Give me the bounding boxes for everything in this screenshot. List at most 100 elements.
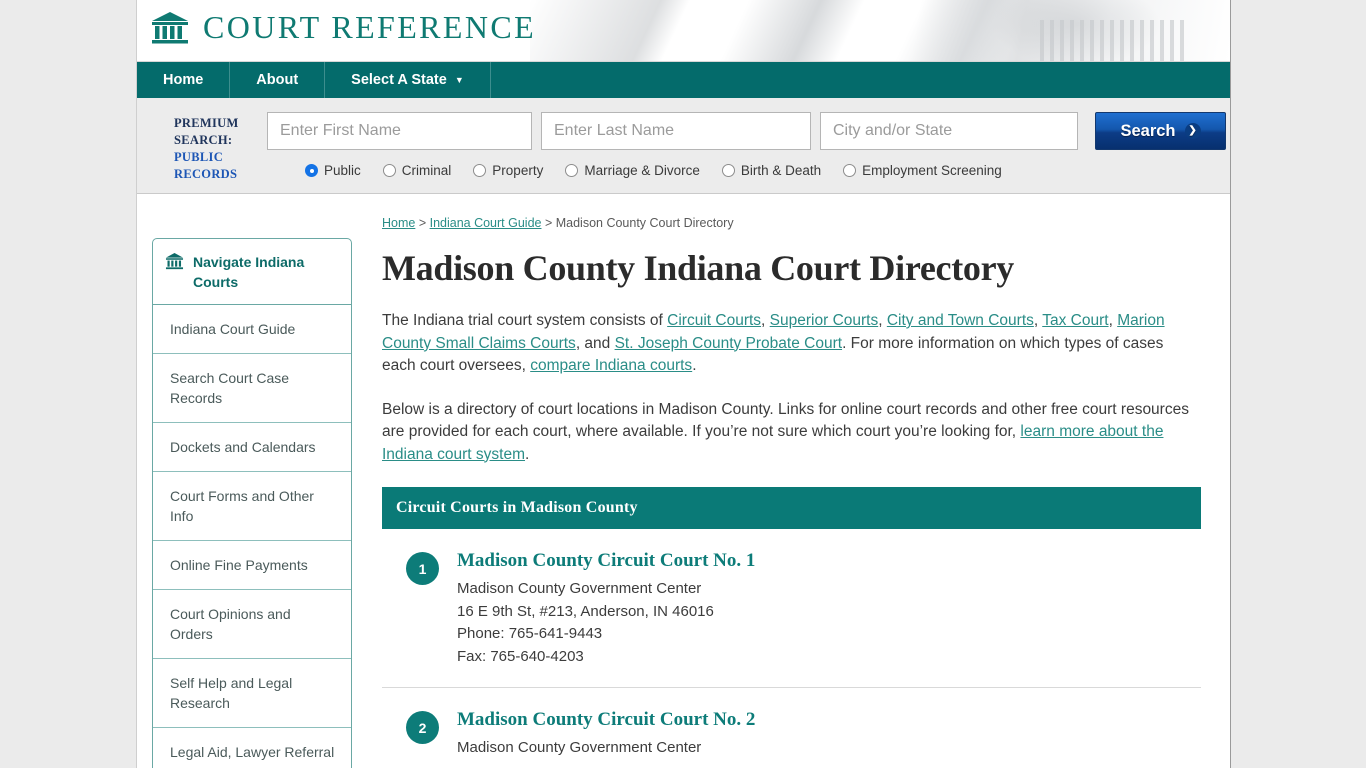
court-building: Madison County Government Center	[457, 739, 702, 756]
sidebar-item-label: Legal Aid, Lawyer Referral	[170, 744, 335, 760]
radio-label-property: Property	[492, 163, 544, 178]
link-compare-indiana-courts[interactable]: compare Indiana courts	[530, 357, 692, 374]
radio-public[interactable]: Public	[305, 163, 361, 178]
radio-dot-public	[305, 164, 318, 177]
section-header-label: Circuit Courts in Madison County	[396, 499, 638, 516]
sidebar-item-indiana-court-guide[interactable]: Indiana Court Guide	[153, 305, 351, 354]
sidebar-item-court-forms-and-other-info[interactable]: Court Forms and Other Info	[153, 472, 351, 541]
premium-search-label-line1: PREMIUM SEARCH:	[174, 116, 239, 147]
breadcrumb-link-indiana-court-guide[interactable]: Indiana Court Guide	[430, 216, 542, 230]
p1-text-2: ,	[761, 312, 770, 329]
masthead: COURT REFERENCE	[137, 0, 1230, 62]
chevron-down-icon: ▼	[454, 75, 464, 85]
p1-text-4: ,	[1033, 312, 1043, 329]
premium-search-fields: Search ❯ Public Criminal Prop	[267, 112, 1230, 178]
main-navigation: Home About Select A State ▼	[137, 62, 1230, 98]
chevron-right-icon: ❯	[1184, 123, 1201, 139]
sidebar-item-label: Court Opinions and Orders	[170, 606, 291, 642]
search-button[interactable]: Search ❯	[1095, 112, 1226, 150]
brand-name: COURT REFERENCE	[203, 9, 537, 45]
sidebar-item-label: Indiana Court Guide	[170, 321, 296, 337]
first-name-input[interactable]	[267, 112, 532, 150]
court-name-link[interactable]: Madison County Circuit Court No. 2	[457, 709, 755, 731]
sidebar-item-self-help-and-legal-research[interactable]: Self Help and Legal Research	[153, 659, 351, 728]
p1-text-1: The Indiana trial court system consists …	[382, 312, 668, 329]
court-details: Madison County Circuit Court No. 1 Madis…	[457, 550, 755, 668]
city-state-input[interactable]	[820, 112, 1078, 150]
breadcrumb-link-home[interactable]: Home	[382, 216, 415, 230]
breadcrumb: Home > Indiana Court Guide > Madison Cou…	[382, 216, 1201, 230]
court-listing-1: 1 Madison County Circuit Court No. 1 Mad…	[382, 529, 1201, 688]
link-st-joseph-county-probate-court[interactable]: St. Joseph County Probate Court	[615, 335, 842, 352]
last-name-input[interactable]	[541, 112, 811, 150]
breadcrumb-separator-1: >	[415, 216, 430, 230]
breadcrumb-separator-2: >	[541, 216, 556, 230]
radio-employment-screening[interactable]: Employment Screening	[843, 163, 1002, 178]
nav-item-home[interactable]: Home	[137, 62, 231, 98]
sidebar-item-label: Online Fine Payments	[170, 557, 308, 573]
p2-text-2: .	[525, 445, 530, 463]
court-details: Madison County Circuit Court No. 2 Madis…	[457, 709, 755, 760]
sidebar-item-court-opinions-and-orders[interactable]: Court Opinions and Orders	[153, 590, 351, 659]
court-building: Madison County Government Center	[457, 580, 702, 597]
sidebar-item-dockets-and-calendars[interactable]: Dockets and Calendars	[153, 423, 351, 472]
radio-dot-criminal	[382, 164, 396, 177]
court-number-badge: 1	[406, 552, 439, 585]
nav-label-home: Home	[163, 72, 204, 88]
search-button-label: Search	[1120, 121, 1176, 140]
court-phone: Phone: 765-641-9443	[457, 625, 603, 642]
sidebar-header-label: Navigate Indiana Courts	[193, 254, 305, 290]
nav-label-select-a-state: Select A State	[351, 72, 447, 88]
court-address: 16 E 9th St, #213, Anderson, IN 46016	[457, 602, 714, 620]
nav-label-about: About	[256, 72, 299, 88]
page-title: Madison County Indiana Court Directory	[382, 248, 1014, 288]
link-circuit-courts[interactable]: Circuit Courts	[667, 312, 761, 329]
nav-item-select-a-state[interactable]: Select A State ▼	[325, 62, 491, 98]
radio-dot-birth-death	[721, 164, 735, 177]
content-area: Navigate Indiana Courts Indiana Court Gu…	[137, 194, 1230, 768]
radio-label-marriage-divorce: Marriage & Divorce	[584, 163, 700, 178]
masthead-background-art	[530, 0, 1230, 61]
sidebar-item-label: Self Help and Legal Research	[170, 675, 293, 711]
breadcrumb-current: Madison County Court Directory	[555, 216, 734, 230]
court-fax: Fax: 765-640-4203	[457, 647, 584, 665]
radio-birth-death[interactable]: Birth & Death	[721, 163, 822, 178]
sidebar-header: Navigate Indiana Courts	[153, 239, 351, 305]
sidebar-item-search-court-case-records[interactable]: Search Court Case Records	[153, 354, 351, 423]
court-name-link[interactable]: Madison County Circuit Court No. 1	[457, 550, 755, 572]
section-header-circuit-courts: Circuit Courts in Madison County	[382, 487, 1201, 529]
sidebar-navigate-indiana-courts: Navigate Indiana Courts Indiana Court Gu…	[152, 238, 352, 768]
radio-label-employment-screening: Employment Screening	[862, 163, 1002, 178]
site-logo[interactable]: COURT REFERENCE	[150, 9, 536, 46]
courthouse-icon	[150, 10, 190, 46]
search-category-radios: Public Criminal Property Marriage & Divo…	[267, 163, 1230, 178]
sidebar-item-online-fine-payments[interactable]: Online Fine Payments	[153, 541, 351, 590]
radio-label-birth-death: Birth & Death	[740, 163, 822, 178]
bank-icon	[165, 252, 184, 275]
premium-search-input-row: Search ❯	[267, 112, 1230, 150]
p1-text-8: .	[692, 357, 697, 374]
link-superior-courts[interactable]: Superior Courts	[770, 312, 879, 329]
sidebar-item-legal-aid-lawyer-referral[interactable]: Legal Aid, Lawyer Referral	[153, 728, 351, 768]
p1-text-5: ,	[1108, 312, 1118, 329]
nav-item-about[interactable]: About	[230, 62, 326, 98]
link-city-and-town-courts[interactable]: City and Town Courts	[887, 312, 1034, 329]
radio-criminal[interactable]: Criminal	[382, 163, 452, 178]
sidebar-item-label: Dockets and Calendars	[170, 439, 316, 455]
sidebar-item-label: Court Forms and Other Info	[170, 488, 314, 524]
site-container: COURT REFERENCE Home About Select A Stat…	[136, 0, 1231, 768]
sidebar-item-label: Search Court Case Records	[170, 370, 290, 406]
p1-text-3: ,	[878, 312, 887, 329]
link-tax-court[interactable]: Tax Court	[1042, 312, 1108, 329]
radio-dot-property	[473, 164, 487, 177]
main-column: Home > Indiana Court Guide > Madison Cou…	[352, 216, 1215, 768]
radio-property[interactable]: Property	[473, 163, 543, 178]
radio-label-criminal: Criminal	[401, 163, 452, 178]
court-number-badge: 2	[406, 711, 439, 744]
premium-search-label: PREMIUM SEARCH: PUBLIC RECORDS	[137, 112, 267, 183]
premium-search-label-line2: PUBLIC RECORDS	[174, 150, 238, 181]
radio-dot-marriage-divorce	[565, 164, 579, 177]
radio-dot-employment-screening	[843, 164, 857, 177]
page-root: COURT REFERENCE Home About Select A Stat…	[0, 0, 1366, 768]
radio-marriage-divorce[interactable]: Marriage & Divorce	[565, 163, 700, 178]
